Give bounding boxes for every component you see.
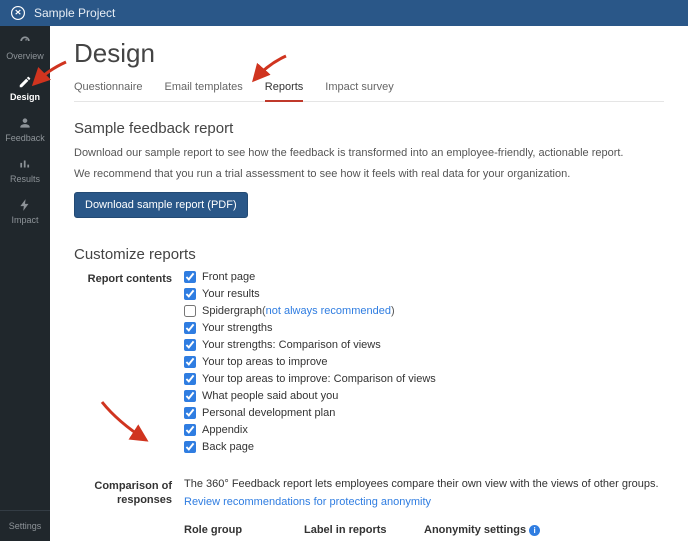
checkbox[interactable] bbox=[184, 305, 196, 317]
sidebar-item-label: Impact bbox=[11, 215, 38, 225]
sample-report-desc2: We recommend that you run a trial assess… bbox=[74, 166, 664, 183]
customize-heading: Customize reports bbox=[74, 246, 664, 263]
bolt-icon bbox=[18, 198, 32, 212]
checkbox-label: What people said about you bbox=[202, 390, 338, 402]
spidergraph-link[interactable]: not always recommended bbox=[266, 305, 391, 317]
pencil-icon bbox=[18, 75, 32, 89]
sidebar-item-settings[interactable]: Settings bbox=[0, 510, 50, 541]
people-icon bbox=[18, 116, 32, 130]
checkbox-label: Your top areas to improve bbox=[202, 356, 328, 368]
checkbox[interactable] bbox=[184, 441, 196, 453]
checkbox[interactable] bbox=[184, 322, 196, 334]
checkbox-item[interactable]: Personal development plan bbox=[184, 407, 664, 419]
checkbox[interactable] bbox=[184, 271, 196, 283]
th-anonymity: Anonymity settingsi bbox=[424, 518, 664, 541]
tab-impact-survey[interactable]: Impact survey bbox=[325, 75, 393, 101]
th-role-group: Role group bbox=[184, 518, 304, 541]
tabs: Questionnaire Email templates Reports Im… bbox=[74, 75, 664, 102]
checkbox-item[interactable]: Your top areas to improve bbox=[184, 356, 664, 368]
checkbox[interactable] bbox=[184, 373, 196, 385]
anonymity-link[interactable]: Review recommendations for protecting an… bbox=[184, 496, 431, 508]
checkbox-item[interactable]: Your strengths bbox=[184, 322, 664, 334]
app-logo-icon bbox=[10, 5, 26, 21]
checkbox-label: Your results bbox=[202, 288, 260, 300]
checkbox-item[interactable]: Your results bbox=[184, 288, 664, 300]
sidebar: Overview Design Feedback Results Impact … bbox=[0, 26, 50, 541]
checkbox[interactable] bbox=[184, 288, 196, 300]
main-content: Design Questionnaire Email templates Rep… bbox=[50, 26, 688, 541]
page-title: Design bbox=[74, 38, 664, 69]
sidebar-item-impact[interactable]: Impact bbox=[0, 190, 50, 231]
th-label-in-reports: Label in reports bbox=[304, 518, 424, 541]
sidebar-item-label: Results bbox=[10, 174, 40, 184]
sidebar-item-results[interactable]: Results bbox=[0, 149, 50, 190]
comparison-label: Comparison of responses bbox=[74, 478, 184, 541]
checkbox-item[interactable]: What people said about you bbox=[184, 390, 664, 402]
report-contents-label: Report contents bbox=[74, 271, 184, 458]
checkbox-item[interactable]: Your top areas to improve: Comparison of… bbox=[184, 373, 664, 385]
checkbox[interactable] bbox=[184, 339, 196, 351]
sidebar-item-label: Feedback bbox=[5, 133, 45, 143]
checkbox-item[interactable]: Spidergraph (not always recommended) bbox=[184, 305, 664, 317]
sample-report-desc1: Download our sample report to see how th… bbox=[74, 145, 664, 162]
bars-icon bbox=[18, 157, 32, 171]
gauge-icon bbox=[18, 34, 32, 48]
checkbox[interactable] bbox=[184, 390, 196, 402]
download-sample-button[interactable]: Download sample report (PDF) bbox=[74, 192, 248, 218]
checkbox[interactable] bbox=[184, 356, 196, 368]
checkbox-label: Your strengths: Comparison of views bbox=[202, 339, 381, 351]
comparison-desc: The 360° Feedback report lets employees … bbox=[184, 478, 664, 490]
checkbox-label: Back page bbox=[202, 441, 254, 453]
checkbox-label: Your strengths bbox=[202, 322, 273, 334]
checkbox-label: Spidergraph bbox=[202, 305, 262, 317]
checkbox-item[interactable]: Your strengths: Comparison of views bbox=[184, 339, 664, 351]
report-contents-list: Front page Your results Spidergraph (not a… bbox=[184, 271, 664, 458]
sidebar-item-label: Overview bbox=[6, 51, 44, 61]
checkbox-item[interactable]: Front page bbox=[184, 271, 664, 283]
comparison-table: Role group Label in reports Anonymity se… bbox=[184, 518, 664, 541]
sidebar-item-feedback[interactable]: Feedback bbox=[0, 108, 50, 149]
checkbox[interactable] bbox=[184, 407, 196, 419]
tab-email-templates[interactable]: Email templates bbox=[165, 75, 243, 101]
checkbox-label: Front page bbox=[202, 271, 255, 283]
checkbox-label: Your top areas to improve: Comparison of… bbox=[202, 373, 436, 385]
tab-reports[interactable]: Reports bbox=[265, 75, 304, 102]
checkbox-item[interactable]: Appendix bbox=[184, 424, 664, 436]
sidebar-item-design[interactable]: Design bbox=[0, 67, 50, 108]
app-title: Sample Project bbox=[34, 6, 115, 20]
checkbox[interactable] bbox=[184, 424, 196, 436]
sample-report-heading: Sample feedback report bbox=[74, 120, 664, 137]
checkbox-label: Appendix bbox=[202, 424, 248, 436]
info-icon[interactable]: i bbox=[529, 525, 540, 536]
checkbox-item[interactable]: Back page bbox=[184, 441, 664, 453]
app-header: Sample Project bbox=[0, 0, 688, 26]
sidebar-item-label: Settings bbox=[9, 521, 42, 531]
tab-questionnaire[interactable]: Questionnaire bbox=[74, 75, 143, 101]
sidebar-item-label: Design bbox=[10, 92, 40, 102]
checkbox-label: Personal development plan bbox=[202, 407, 335, 419]
sidebar-item-overview[interactable]: Overview bbox=[0, 26, 50, 67]
